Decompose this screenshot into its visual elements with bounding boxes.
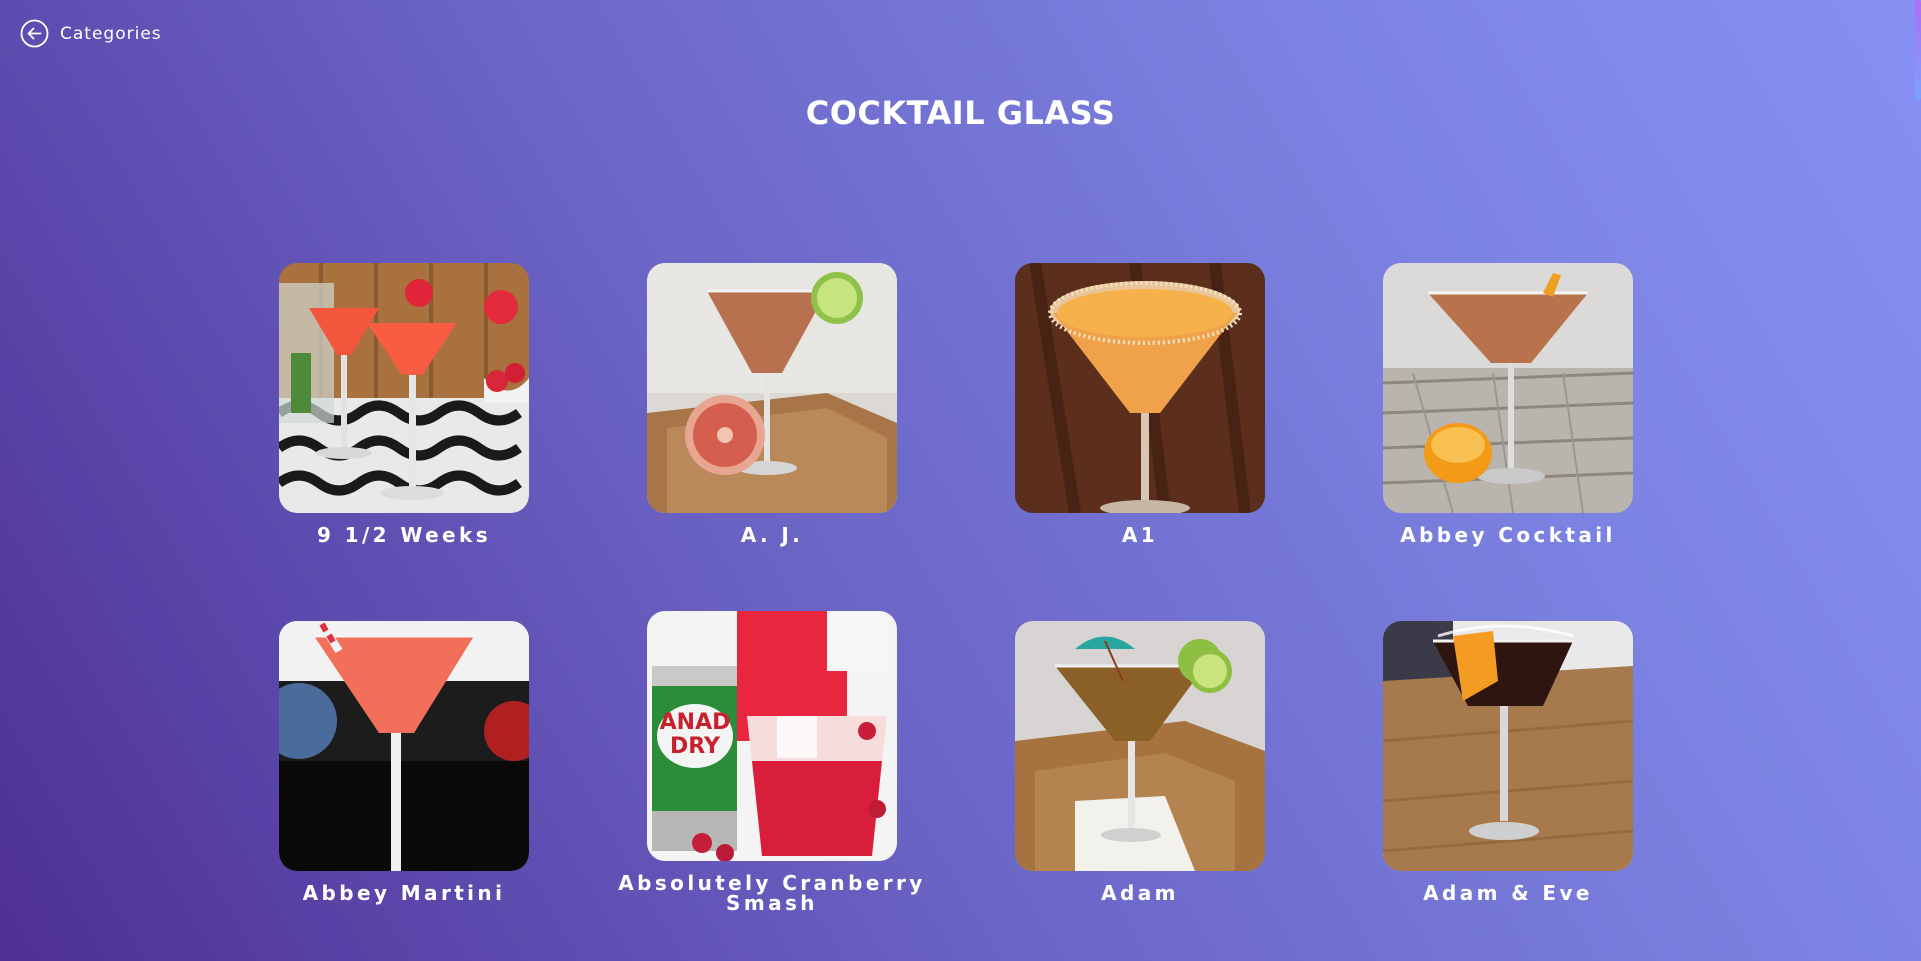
drink-card[interactable]: ANAD DRY Absolutely Cranberry Smash: [618, 611, 922, 913]
drink-thumbnail[interactable]: [279, 621, 529, 871]
cocktail-photo: [279, 263, 529, 513]
back-link-label[interactable]: Categories: [60, 24, 162, 44]
back-to-categories-link[interactable]: Categories: [20, 19, 162, 48]
drink-name[interactable]: Abbey Cocktail: [1343, 525, 1673, 545]
drink-thumbnail[interactable]: [279, 263, 529, 513]
drink-thumbnail[interactable]: [1383, 263, 1633, 513]
arrow-left-circle-icon[interactable]: [20, 19, 49, 48]
drink-card[interactable]: Adam & Eve: [1383, 621, 1633, 903]
drink-thumbnail[interactable]: [1015, 263, 1265, 513]
scrollbar-thumb[interactable]: [1915, 0, 1921, 100]
cocktail-photo: [647, 263, 897, 513]
drink-thumbnail[interactable]: ANAD DRY: [647, 611, 897, 861]
page-title: COCKTAIL GLASS: [805, 94, 1116, 132]
drink-card[interactable]: Adam: [1015, 621, 1265, 903]
cocktail-photo: [1383, 621, 1633, 871]
drink-card[interactable]: A. J.: [647, 263, 897, 545]
drink-card[interactable]: A1: [1015, 263, 1265, 545]
cocktail-photo: [279, 621, 529, 871]
drink-thumbnail[interactable]: [647, 263, 897, 513]
drink-name[interactable]: 9 1/2 Weeks: [239, 525, 569, 545]
drink-name[interactable]: A1: [975, 525, 1305, 545]
drink-thumbnail[interactable]: [1383, 621, 1633, 871]
cocktail-photo: [1015, 621, 1265, 871]
svg-text:ANAD: ANAD: [660, 710, 731, 735]
drink-card[interactable]: 9 1/2 Weeks: [279, 263, 529, 545]
drink-card[interactable]: Abbey Cocktail: [1383, 263, 1633, 545]
drink-thumbnail[interactable]: [1015, 621, 1265, 871]
drink-name[interactable]: Adam & Eve: [1343, 883, 1673, 903]
cocktail-photo: ANAD DRY: [647, 611, 897, 861]
drink-name[interactable]: A. J.: [607, 525, 937, 545]
cocktail-photo: [1383, 263, 1633, 513]
drink-name[interactable]: Abbey Martini: [239, 883, 569, 903]
cocktail-photo: [1015, 263, 1265, 513]
svg-text:DRY: DRY: [670, 734, 721, 759]
drink-card[interactable]: Abbey Martini: [279, 621, 529, 903]
drink-name[interactable]: Adam: [975, 883, 1305, 903]
drink-name[interactable]: Absolutely Cranberry Smash: [607, 873, 937, 913]
